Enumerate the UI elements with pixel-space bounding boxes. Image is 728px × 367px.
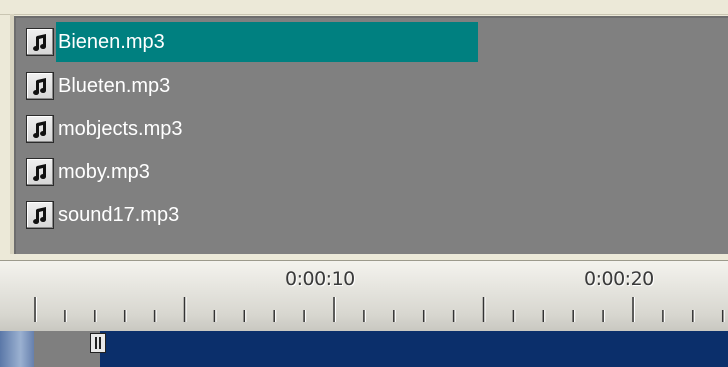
file-item-bienen[interactable]: Bienen.mp3 [26, 22, 716, 62]
file-item-mobjects[interactable]: mobjects.mp3 [26, 111, 716, 147]
file-name: Bienen.mp3 [56, 22, 478, 62]
track-header [0, 331, 34, 367]
playhead-handle[interactable] [90, 333, 106, 353]
music-note-icon [26, 201, 54, 229]
top-toolbar-strip [0, 0, 728, 15]
file-item-moby[interactable]: moby.mp3 [26, 154, 716, 190]
file-name: moby.mp3 [58, 161, 150, 183]
file-name: sound17.mp3 [58, 204, 180, 226]
music-note-icon [26, 158, 54, 186]
music-note-icon [26, 72, 54, 100]
file-item-blueten[interactable]: Blueten.mp3 [26, 68, 716, 104]
timeline-track[interactable] [0, 331, 728, 367]
file-item-sound17[interactable]: sound17.mp3 [26, 197, 716, 233]
panel-separator [0, 254, 728, 261]
file-name: Blueten.mp3 [58, 75, 171, 97]
audio-file-list[interactable]: Bienen.mp3 Blueten.mp3 mobjects.mp3 moby… [14, 16, 728, 254]
music-note-icon [26, 115, 54, 143]
file-name: mobjects.mp3 [58, 118, 183, 140]
time-label-20s: 0:00:20 [584, 268, 654, 290]
music-note-icon [26, 28, 54, 56]
time-label-10s: 0:00:10 [285, 268, 355, 290]
